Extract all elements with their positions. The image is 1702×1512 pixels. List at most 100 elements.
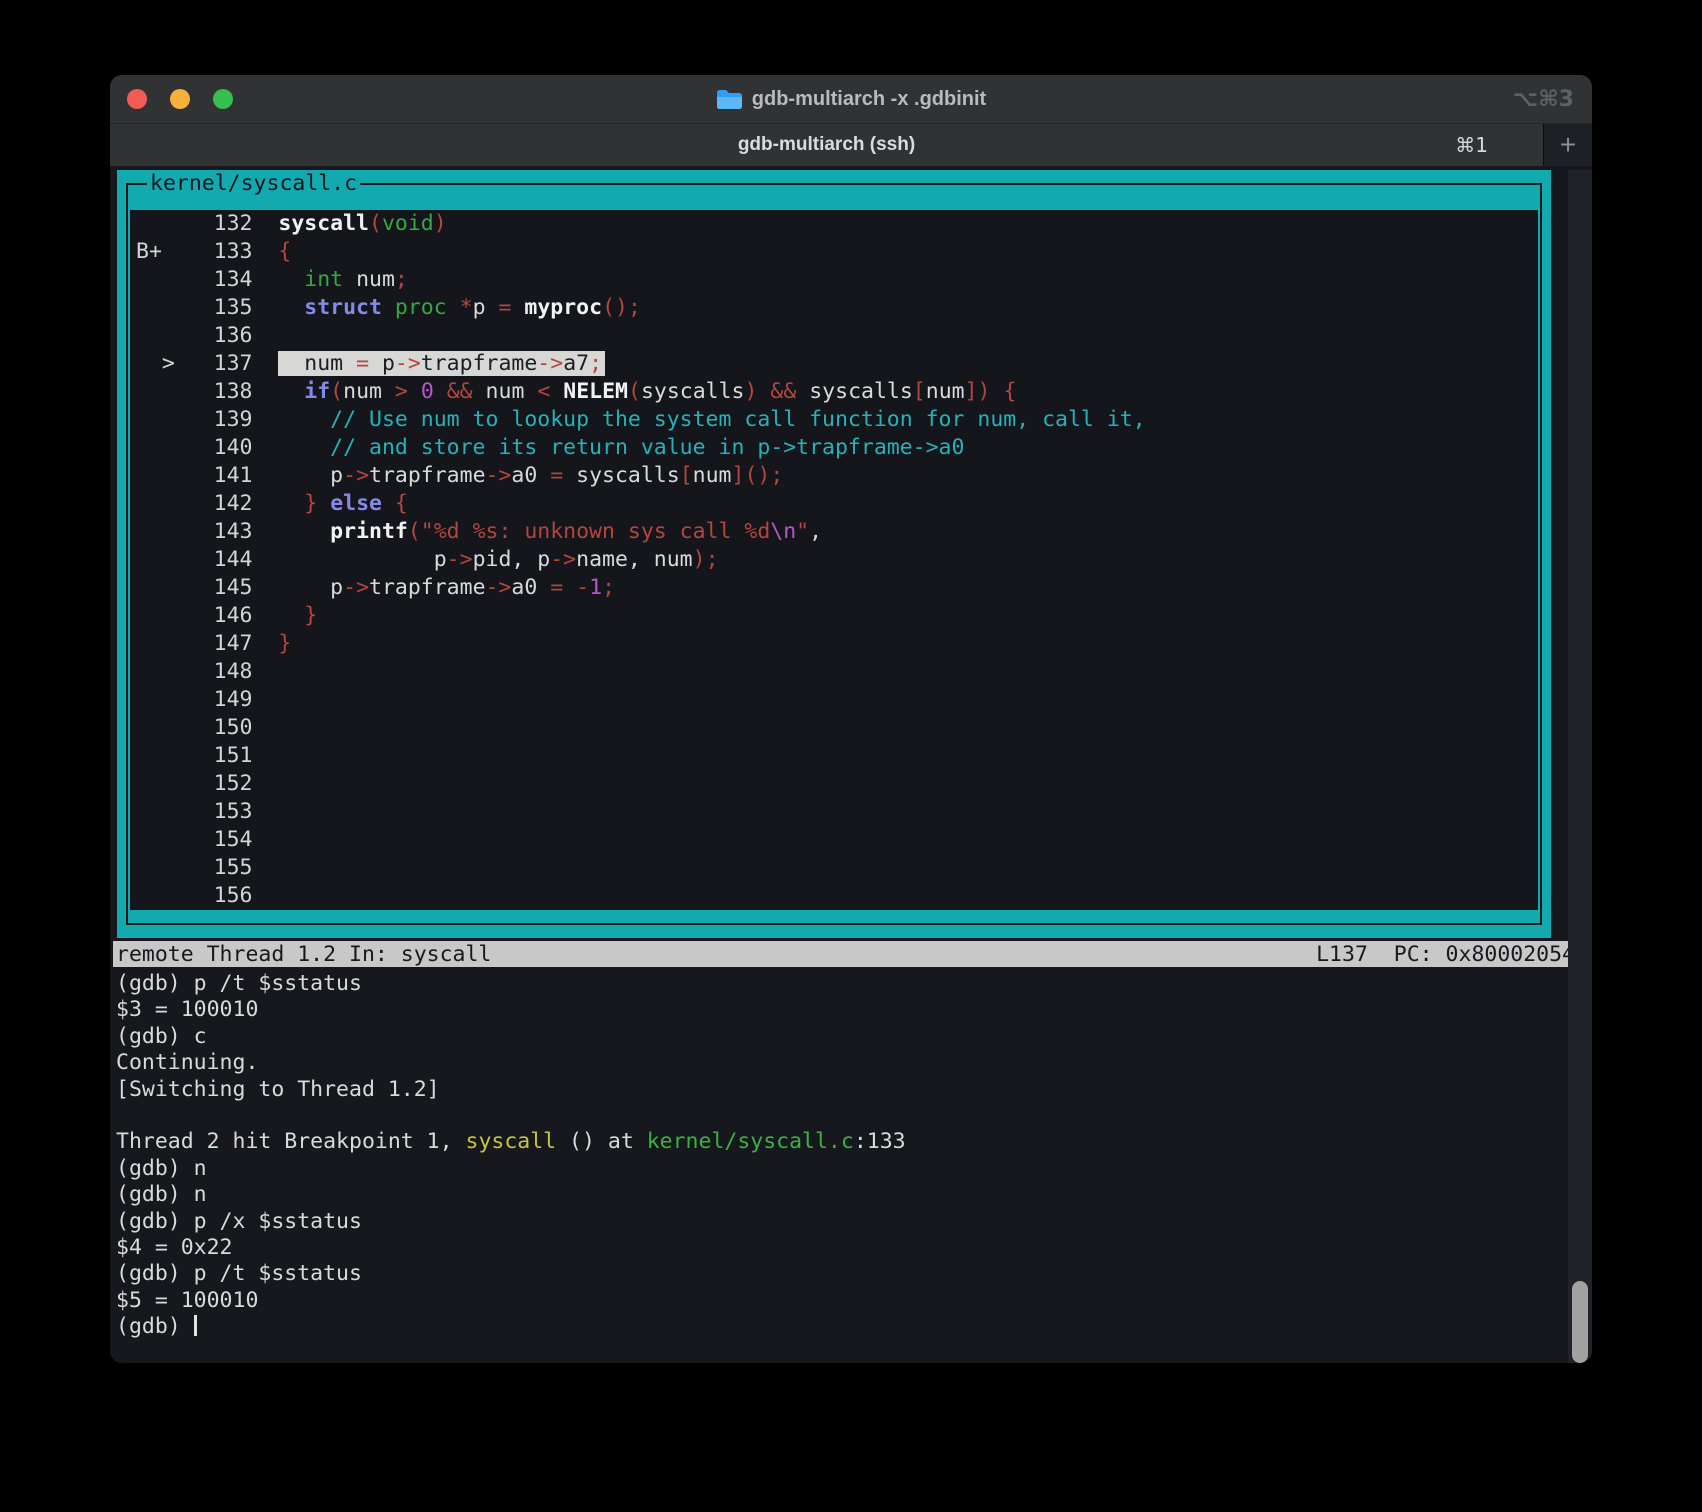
source-gutter: 154 [136,827,278,852]
gdb-prompt-line[interactable]: (gdb) [116,1314,1592,1340]
source-code-text: num = p->trapframe->a7; [278,351,605,376]
console-line: (gdb) p /t $sstatus [116,1261,1592,1287]
source-gutter: 146 [136,603,278,628]
source-code-text: { [278,239,291,264]
source-gutter: 150 [136,715,278,740]
tui-source-window: kernel/syscall.c 132 syscall(void)B+ 133… [117,170,1551,938]
source-line: 134 int num; [130,266,1538,294]
source-line: 142 } else { [130,490,1538,518]
tab-label: gdb-multiarch (ssh) [738,134,915,156]
source-code-text: struct proc *p = myproc(); [278,295,641,320]
source-code-text: } [278,603,317,628]
source-code-text: } else { [278,491,407,516]
source-gutter: 153 [136,799,278,824]
source-line: 135 struct proc *p = myproc(); [130,294,1538,322]
gdb-status-bar: remote Thread 1.2 In: syscall L137 PC: 0… [113,941,1585,967]
source-line: 146 } [130,602,1538,630]
source-line: B+ 133 { [130,238,1538,266]
source-code-text: p->trapframe->a0 = syscalls[num](); [278,463,783,488]
source-line: 152 [130,770,1538,798]
terminal-content[interactable]: kernel/syscall.c 132 syscall(void)B+ 133… [110,170,1592,1363]
source-gutter: 136 [136,323,278,348]
status-left: remote Thread 1.2 In: syscall [116,942,491,967]
source-line: 150 [130,714,1538,742]
source-line: 155 [130,854,1538,882]
source-code-text: syscall(void) [278,211,446,236]
source-gutter: 155 [136,855,278,880]
source-line: 156 [130,882,1538,910]
tab-bar: gdb-multiarch (ssh) ⌘1 + [110,123,1592,166]
new-tab-button[interactable]: + [1543,124,1592,166]
console-line: (gdb) n [116,1182,1592,1208]
source-line: 141 p->trapframe->a0 = syscalls[num](); [130,462,1538,490]
window-shortcut: ⌥⌘3 [1513,75,1574,123]
terminal-window: gdb-multiarch -x .gdbinit ⌥⌘3 gdb-multia… [110,75,1592,1363]
console-line: $4 = 0x22 [116,1235,1592,1261]
window-titlebar: gdb-multiarch -x .gdbinit ⌥⌘3 [110,75,1592,123]
source-code-text: } [278,631,291,656]
source-code-text: if(num > 0 && num < NELEM(syscalls) && s… [278,379,1016,404]
console-line: Continuing. [116,1050,1592,1076]
tui-source-filename: kernel/syscall.c [147,173,360,195]
source-code-text: p->trapframe->a0 = -1; [278,575,615,600]
source-gutter: 144 [136,547,278,572]
source-code-text: int num; [278,267,407,292]
source-gutter: 142 [136,491,278,516]
source-gutter: 141 [136,463,278,488]
source-line: > 137 num = p->trapframe->a7; [130,350,1538,378]
source-code-pane: 132 syscall(void)B+ 133 { 134 int num; 1… [130,210,1538,910]
console-line [116,1103,1592,1129]
source-code-text: // Use num to lookup the system call fun… [278,407,1145,432]
source-line: 149 [130,686,1538,714]
minimize-button[interactable] [170,89,190,109]
source-gutter: 152 [136,771,278,796]
source-gutter: B+ 133 [136,239,278,264]
close-button[interactable] [127,89,147,109]
source-line: 144 p->pid, p->name, num); [130,546,1538,574]
source-code-text: // and store its return value in p->trap… [278,435,964,460]
source-gutter: 139 [136,407,278,432]
source-gutter: 145 [136,575,278,600]
source-gutter: 132 [136,211,278,236]
console-line: (gdb) p /x $sstatus [116,1209,1592,1235]
scrollbar-thumb[interactable] [1572,1281,1588,1363]
source-gutter: 140 [136,435,278,460]
console-line: Thread 2 hit Breakpoint 1, syscall () at… [116,1129,1592,1155]
source-line: 145 p->trapframe->a0 = -1; [130,574,1538,602]
source-gutter: 149 [136,687,278,712]
source-line: 154 [130,826,1538,854]
source-line: 148 [130,658,1538,686]
desktop: gdb-multiarch -x .gdbinit ⌥⌘3 gdb-multia… [0,0,1702,1512]
window-title: gdb-multiarch -x .gdbinit [752,88,986,111]
source-gutter: 151 [136,743,278,768]
zoom-button[interactable] [213,89,233,109]
gdb-console[interactable]: (gdb) p /t $sstatus$3 = 100010(gdb) cCon… [110,971,1592,1340]
source-line: 132 syscall(void) [130,210,1538,238]
source-gutter: 148 [136,659,278,684]
source-gutter: 143 [136,519,278,544]
console-line: (gdb) p /t $sstatus [116,971,1592,997]
source-line: 143 printf("%d %s: unknown sys call %d\n… [130,518,1538,546]
status-right: L137 PC: 0x80002054 [1316,942,1575,967]
source-line: 139 // Use num to lookup the system call… [130,406,1538,434]
source-code-text: printf("%d %s: unknown sys call %d\n", [278,519,822,544]
source-line: 147 } [130,630,1538,658]
source-gutter: 156 [136,883,278,908]
text-cursor [194,1315,197,1336]
console-line: (gdb) c [116,1024,1592,1050]
folder-icon [716,89,743,110]
tab-shortcut: ⌘1 [1455,124,1488,166]
source-gutter: 134 [136,267,278,292]
source-gutter: 138 [136,379,278,404]
scrollbar-track[interactable] [1568,170,1592,1363]
source-line: 140 // and store its return value in p->… [130,434,1538,462]
source-gutter: > 137 [136,351,278,376]
console-line: $3 = 100010 [116,997,1592,1023]
current-line-highlight: num = p->trapframe->a7; [278,351,605,376]
console-line: (gdb) n [116,1156,1592,1182]
traffic-lights [127,75,233,123]
tab-gdb-multiarch[interactable]: gdb-multiarch (ssh) [110,124,1543,166]
source-gutter: 135 [136,295,278,320]
source-line: 151 [130,742,1538,770]
source-gutter: 147 [136,631,278,656]
